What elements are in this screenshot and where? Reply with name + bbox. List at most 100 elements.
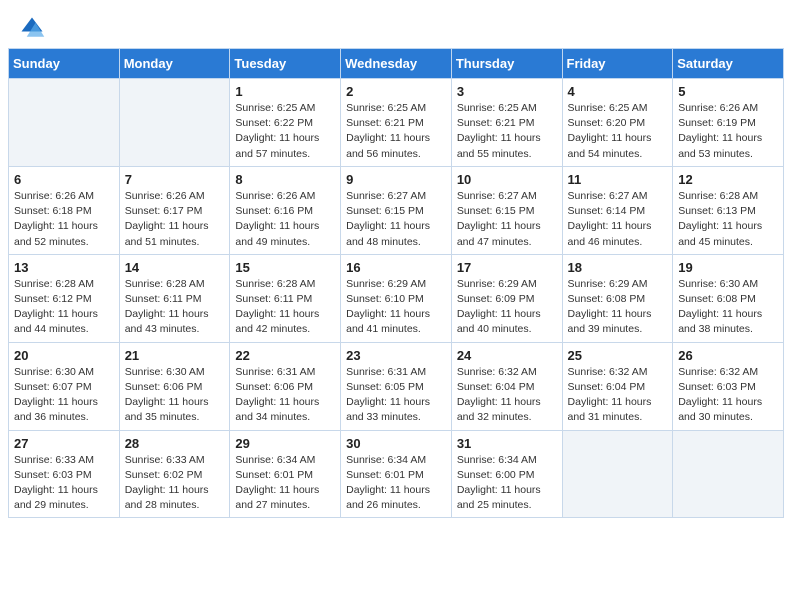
calendar-cell: 7 Sunrise: 6:26 AMSunset: 6:17 PMDaylight… xyxy=(119,166,230,254)
calendar-cell: 1Sunrise: 6:25 AMSunset: 6:22 PMDaylight… xyxy=(230,79,341,167)
day-info: Sunrise: 6:28 AMSunset: 6:13 PMDaylight:… xyxy=(678,189,778,250)
calendar-cell: 18 Sunrise: 6:29 AMSunset: 6:08 PMDayligh… xyxy=(562,254,673,342)
day-info: Sunrise: 6:34 AMSunset: 6:01 PMDaylight:… xyxy=(235,453,335,514)
day-info: Sunrise: 6:33 AMSunset: 6:02 PMDaylight:… xyxy=(125,453,225,514)
day-number: 17 xyxy=(457,260,557,275)
day-info: Sunrise: 6:28 AMSunset: 6:11 PMDaylight:… xyxy=(235,277,335,338)
day-info: Sunrise: 6:26 AMSunset: 6:17 PMDaylight:… xyxy=(125,189,225,250)
calendar-cell: 21Sunrise: 6:30 AMSunset: 6:06 PMDayligh… xyxy=(119,342,230,430)
day-number: 20 xyxy=(14,348,114,363)
calendar-cell: 22 Sunrise: 6:31 AMSunset: 6:06 PMDayligh… xyxy=(230,342,341,430)
calendar-cell: 20 Sunrise: 6:30 AMSunset: 6:07 PMDayligh… xyxy=(9,342,120,430)
calendar-cell: 29 Sunrise: 6:34 AMSunset: 6:01 PMDayligh… xyxy=(230,430,341,518)
day-info: Sunrise: 6:32 AMSunset: 6:04 PMDaylight:… xyxy=(568,365,668,426)
calendar-cell: 11 Sunrise: 6:27 AMSunset: 6:14 PMDayligh… xyxy=(562,166,673,254)
day-info: Sunrise: 6:26 AMSunset: 6:16 PMDaylight:… xyxy=(235,189,335,250)
day-number: 26 xyxy=(678,348,778,363)
day-info: Sunrise: 6:29 AMSunset: 6:08 PMDaylight:… xyxy=(568,277,668,338)
day-info: Sunrise: 6:31 AMSunset: 6:06 PMDaylight:… xyxy=(235,365,335,426)
day-info: Sunrise: 6:30 AMSunset: 6:07 PMDaylight:… xyxy=(14,365,114,426)
day-info: Sunrise: 6:28 AMSunset: 6:12 PMDaylight:… xyxy=(14,277,114,338)
day-info: Sunrise: 6:30 AMSunset: 6:08 PMDaylight:… xyxy=(678,277,778,338)
calendar-cell: 14Sunrise: 6:28 AMSunset: 6:11 PMDayligh… xyxy=(119,254,230,342)
day-info: Sunrise: 6:34 AMSunset: 6:00 PMDaylight:… xyxy=(457,453,557,514)
day-info: Sunrise: 6:27 AMSunset: 6:15 PMDaylight:… xyxy=(346,189,446,250)
day-number: 19 xyxy=(678,260,778,275)
day-number: 1 xyxy=(235,84,335,99)
day-number: 23 xyxy=(346,348,446,363)
calendar-cell: 24 Sunrise: 6:32 AMSunset: 6:04 PMDayligh… xyxy=(451,342,562,430)
day-info: Sunrise: 6:27 AMSunset: 6:14 PMDaylight:… xyxy=(568,189,668,250)
logo-icon xyxy=(18,14,46,42)
calendar-cell: 16 Sunrise: 6:29 AMSunset: 6:10 PMDayligh… xyxy=(341,254,452,342)
page-header xyxy=(0,0,792,48)
calendar-cell: 3Sunrise: 6:25 AMSunset: 6:21 PMDaylight… xyxy=(451,79,562,167)
day-number: 7 xyxy=(125,172,225,187)
calendar-week-row: 27Sunrise: 6:33 AMSunset: 6:03 PMDayligh… xyxy=(9,430,784,518)
day-info: Sunrise: 6:25 AMSunset: 6:20 PMDaylight:… xyxy=(568,101,668,162)
day-number: 2 xyxy=(346,84,446,99)
day-number: 16 xyxy=(346,260,446,275)
day-info: Sunrise: 6:26 AMSunset: 6:19 PMDaylight:… xyxy=(678,101,778,162)
day-info: Sunrise: 6:32 AMSunset: 6:04 PMDaylight:… xyxy=(457,365,557,426)
calendar-cell xyxy=(119,79,230,167)
day-number: 13 xyxy=(14,260,114,275)
calendar-cell: 10 Sunrise: 6:27 AMSunset: 6:15 PMDayligh… xyxy=(451,166,562,254)
day-info: Sunrise: 6:25 AMSunset: 6:21 PMDaylight:… xyxy=(346,101,446,162)
calendar-cell xyxy=(9,79,120,167)
day-number: 22 xyxy=(235,348,335,363)
day-header-friday: Friday xyxy=(562,49,673,79)
day-header-wednesday: Wednesday xyxy=(341,49,452,79)
calendar-cell: 15 Sunrise: 6:28 AMSunset: 6:11 PMDayligh… xyxy=(230,254,341,342)
calendar-cell: 4 Sunrise: 6:25 AMSunset: 6:20 PMDaylight… xyxy=(562,79,673,167)
calendar-cell: 2 Sunrise: 6:25 AMSunset: 6:21 PMDaylight… xyxy=(341,79,452,167)
day-number: 6 xyxy=(14,172,114,187)
day-number: 30 xyxy=(346,436,446,451)
day-number: 4 xyxy=(568,84,668,99)
calendar-cell: 23 Sunrise: 6:31 AMSunset: 6:05 PMDayligh… xyxy=(341,342,452,430)
calendar-wrapper: SundayMondayTuesdayWednesdayThursdayFrid… xyxy=(0,48,792,526)
day-info: Sunrise: 6:34 AMSunset: 6:01 PMDaylight:… xyxy=(346,453,446,514)
calendar-week-row: 1Sunrise: 6:25 AMSunset: 6:22 PMDaylight… xyxy=(9,79,784,167)
day-info: Sunrise: 6:32 AMSunset: 6:03 PMDaylight:… xyxy=(678,365,778,426)
day-info: Sunrise: 6:28 AMSunset: 6:11 PMDaylight:… xyxy=(125,277,225,338)
calendar-cell: 13 Sunrise: 6:28 AMSunset: 6:12 PMDayligh… xyxy=(9,254,120,342)
day-number: 3 xyxy=(457,84,557,99)
calendar-cell: 17 Sunrise: 6:29 AMSunset: 6:09 PMDayligh… xyxy=(451,254,562,342)
calendar-cell: 6 Sunrise: 6:26 AMSunset: 6:18 PMDaylight… xyxy=(9,166,120,254)
day-info: Sunrise: 6:29 AMSunset: 6:09 PMDaylight:… xyxy=(457,277,557,338)
day-info: Sunrise: 6:29 AMSunset: 6:10 PMDaylight:… xyxy=(346,277,446,338)
day-number: 29 xyxy=(235,436,335,451)
calendar-cell xyxy=(562,430,673,518)
day-header-thursday: Thursday xyxy=(451,49,562,79)
day-info: Sunrise: 6:33 AMSunset: 6:03 PMDaylight:… xyxy=(14,453,114,514)
calendar-cell: 5 Sunrise: 6:26 AMSunset: 6:19 PMDaylight… xyxy=(673,79,784,167)
calendar-cell: 19 Sunrise: 6:30 AMSunset: 6:08 PMDayligh… xyxy=(673,254,784,342)
day-info: Sunrise: 6:26 AMSunset: 6:18 PMDaylight:… xyxy=(14,189,114,250)
day-number: 15 xyxy=(235,260,335,275)
calendar-header-row: SundayMondayTuesdayWednesdayThursdayFrid… xyxy=(9,49,784,79)
day-number: 28 xyxy=(125,436,225,451)
calendar-table: SundayMondayTuesdayWednesdayThursdayFrid… xyxy=(8,48,784,518)
calendar-cell xyxy=(673,430,784,518)
calendar-cell: 12 Sunrise: 6:28 AMSunset: 6:13 PMDayligh… xyxy=(673,166,784,254)
day-number: 10 xyxy=(457,172,557,187)
calendar-cell: 8Sunrise: 6:26 AMSunset: 6:16 PMDaylight… xyxy=(230,166,341,254)
day-info: Sunrise: 6:31 AMSunset: 6:05 PMDaylight:… xyxy=(346,365,446,426)
calendar-cell: 26 Sunrise: 6:32 AMSunset: 6:03 PMDayligh… xyxy=(673,342,784,430)
day-number: 31 xyxy=(457,436,557,451)
day-number: 24 xyxy=(457,348,557,363)
day-number: 5 xyxy=(678,84,778,99)
day-header-tuesday: Tuesday xyxy=(230,49,341,79)
day-number: 12 xyxy=(678,172,778,187)
calendar-cell: 28 Sunrise: 6:33 AMSunset: 6:02 PMDayligh… xyxy=(119,430,230,518)
calendar-week-row: 6 Sunrise: 6:26 AMSunset: 6:18 PMDaylight… xyxy=(9,166,784,254)
day-number: 18 xyxy=(568,260,668,275)
day-header-monday: Monday xyxy=(119,49,230,79)
day-info: Sunrise: 6:27 AMSunset: 6:15 PMDaylight:… xyxy=(457,189,557,250)
calendar-cell: 9Sunrise: 6:27 AMSunset: 6:15 PMDaylight… xyxy=(341,166,452,254)
calendar-cell: 31 Sunrise: 6:34 AMSunset: 6:00 PMDayligh… xyxy=(451,430,562,518)
day-info: Sunrise: 6:30 AMSunset: 6:06 PMDaylight:… xyxy=(125,365,225,426)
calendar-cell: 25Sunrise: 6:32 AMSunset: 6:04 PMDayligh… xyxy=(562,342,673,430)
day-number: 11 xyxy=(568,172,668,187)
